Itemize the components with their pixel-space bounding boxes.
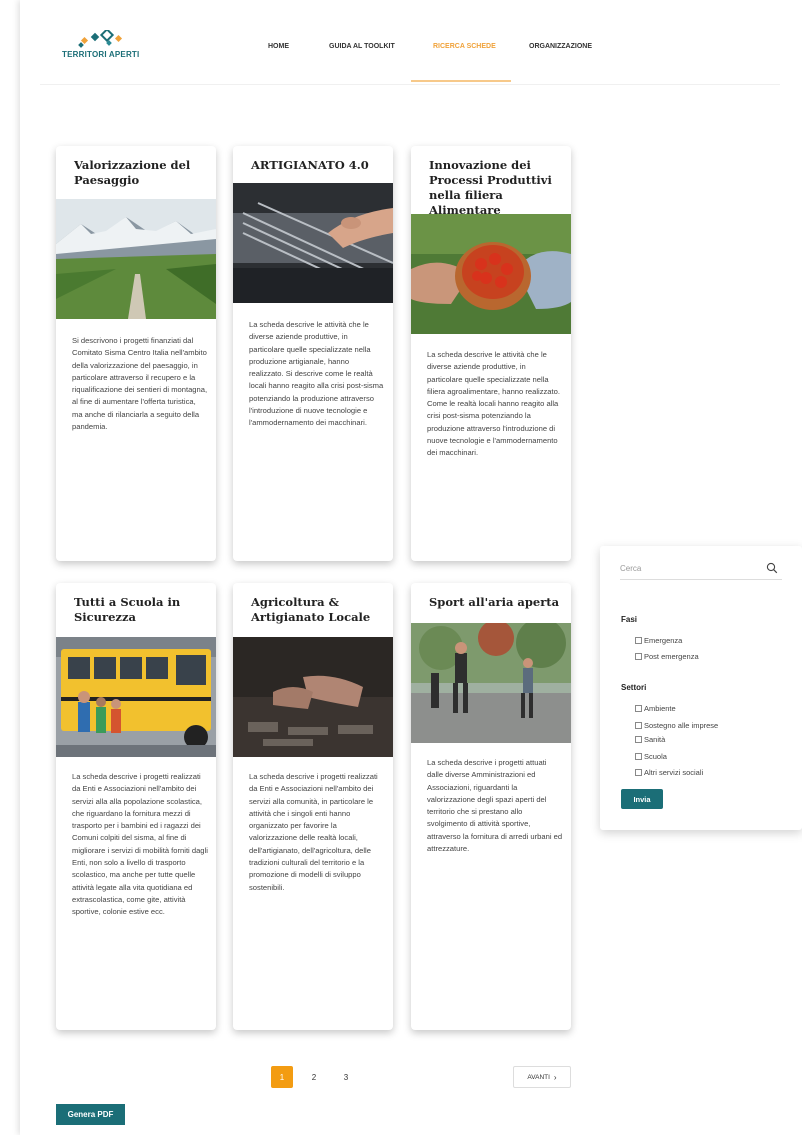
search-icon[interactable] (766, 562, 778, 574)
nav-guida-al-toolkit[interactable]: GUIDA AL TOOLKIT (329, 43, 395, 50)
checkbox-sostegno-imprese[interactable]: Sostegno alle imprese (635, 721, 718, 730)
search-underline (620, 579, 782, 580)
checkbox-post-emergenza[interactable]: Post emergenza (635, 652, 699, 661)
card-tutti-a-scuola[interactable]: Tutti a Scuola in Sicurezza La scheda de… (56, 583, 216, 1030)
card-description: La scheda descrive i progetti attuati da… (427, 758, 563, 854)
card-description: La scheda descrive le attività che le di… (249, 320, 384, 428)
card-title: Agricoltura & Artigianato Locale (251, 595, 371, 624)
card-title: Valorizzazione del Paesaggio (74, 158, 191, 187)
search-input[interactable] (620, 561, 760, 575)
card-artigianato-4-0[interactable]: ARTIGIANATO 4.0 La scheda descrive le at… (233, 146, 393, 561)
checkbox-altri-servizi-sociali[interactable]: Altri servizi sociali (635, 768, 703, 777)
nav-home[interactable]: HOME (268, 43, 289, 50)
outdoor-runners-image (411, 623, 571, 743)
active-nav-indicator (411, 80, 511, 82)
card-description: La scheda descrive i progetti realizzati… (72, 772, 208, 917)
craftsman-hands-image (233, 637, 393, 757)
genera-pdf-button[interactable]: Genera PDF (56, 1104, 125, 1125)
nav-ricerca-schede[interactable]: RICERCA SCHEDE (433, 43, 496, 50)
territori-aperti-logo[interactable]: TERRITORI APERTI (62, 30, 152, 66)
card-title: Sport all'aria aperta (429, 595, 560, 609)
machinery-image (233, 183, 393, 303)
checkbox-box[interactable] (635, 653, 642, 660)
checkbox-box[interactable] (635, 705, 642, 712)
card-innovazione-processi-produttivi[interactable]: Innovazione dei Processi Produttivi nell… (411, 146, 571, 561)
card-valorizzazione-paesaggio[interactable]: Valorizzazione del Paesaggio Si descrivo… (56, 146, 216, 561)
page-button-3[interactable]: 3 (335, 1066, 357, 1088)
checkbox-label: Emergenza (644, 636, 683, 645)
logo-diamonds-icon (78, 30, 123, 48)
card-description: La scheda descrive le attività che le di… (427, 350, 560, 458)
invia-button[interactable]: Invia (621, 789, 663, 809)
checkbox-scuola[interactable]: Scuola (635, 752, 667, 761)
header-divider (40, 84, 780, 85)
checkbox-label: Post emergenza (644, 652, 699, 661)
chevron-right-icon: › (553, 1072, 557, 1082)
checkbox-label: Ambiente (644, 704, 676, 713)
card-title: Tutti a Scuola in Sicurezza (74, 595, 181, 624)
settori-heading: Settori (621, 683, 647, 692)
card-description: La scheda descrive i progetti realizzati… (249, 772, 378, 892)
checkbox-label: Sostegno alle imprese (644, 721, 719, 730)
page-button-2[interactable]: 2 (303, 1066, 325, 1088)
checkbox-label: Sanità (644, 735, 666, 744)
next-page-label: AVANTI (527, 1073, 550, 1081)
card-title: Innovazione dei Processi Produttivi nell… (429, 158, 552, 217)
checkbox-box[interactable] (635, 753, 642, 760)
card-agricoltura-artigianato[interactable]: Agricoltura & Artigianato Locale La sche… (233, 583, 393, 1030)
checkbox-ambiente[interactable]: Ambiente (635, 704, 676, 713)
school-bus-image (56, 637, 216, 757)
mountain-landscape-image (56, 199, 216, 319)
filter-panel: Fasi Emergenza Post emergenza Settori Am… (600, 546, 802, 830)
nav-organizzazione[interactable]: ORGANIZZAZIONE (529, 43, 592, 50)
checkbox-label: Altri servizi sociali (644, 768, 704, 777)
next-page-button[interactable]: AVANTI › (513, 1066, 571, 1088)
checkbox-box[interactable] (635, 769, 642, 776)
checkbox-sanita[interactable]: Sanità (635, 735, 665, 744)
checkbox-emergenza[interactable]: Emergenza (635, 636, 682, 645)
card-title: ARTIGIANATO 4.0 (251, 158, 369, 172)
card-sport-aria-aperta[interactable]: Sport all'aria aperta La scheda descrive… (411, 583, 571, 1030)
checkbox-label: Scuola (644, 752, 667, 761)
checkbox-box[interactable] (635, 736, 642, 743)
page-button-1[interactable]: 1 (271, 1066, 293, 1088)
fasi-heading: Fasi (621, 615, 638, 624)
card-description: Si descrivono i progetti finanziati dal … (72, 336, 208, 432)
checkbox-box[interactable] (635, 722, 642, 729)
logo-text: TERRITORI APERTI (62, 50, 140, 59)
tomatoes-bowl-image (411, 214, 571, 334)
checkbox-box[interactable] (635, 637, 642, 644)
